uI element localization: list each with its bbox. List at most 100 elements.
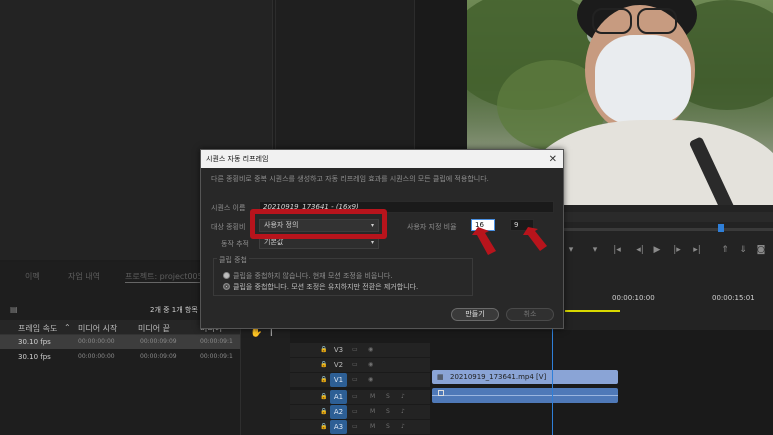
sync-icon[interactable]: ▭ [352, 361, 359, 368]
motion-tracking-value: 기본값 [264, 238, 284, 246]
track-header-v1: 🔒 V1 ▭ ◉ [290, 373, 430, 387]
audio-waveform [432, 395, 618, 396]
cell-fps: 30.10 fps [18, 353, 51, 361]
track-header-a3: 🔒 A3 ▭ M S ♪ [290, 420, 430, 434]
go-to-in-icon[interactable]: |◂ [612, 245, 622, 255]
mic-icon[interactable]: ♪ [401, 423, 408, 430]
mic-icon[interactable]: ♪ [401, 408, 408, 415]
col-media-end[interactable]: 미디어 끝 [138, 323, 170, 334]
item-count: 2개 중 1개 항목 [150, 306, 198, 314]
dialog-title-bar: 시퀀스 자동 리프레임 ✕ [201, 150, 563, 168]
go-to-out-icon[interactable]: ▸| [692, 245, 702, 255]
close-icon[interactable]: ✕ [549, 151, 557, 169]
track-header-v2: 🔒 V2 ▭ ◉ [290, 358, 430, 372]
export-frame-icon[interactable]: ◙ [756, 245, 766, 255]
dialog-description: 다른 종횡비로 중복 시퀀스를 생성하고 자동 리프레임 효과를 시퀀스의 모든… [211, 175, 489, 183]
clip-nesting-label: 클립 중첩 [217, 255, 249, 265]
tools-panel [240, 315, 290, 435]
lock-icon[interactable]: 🔒 [320, 393, 327, 400]
custom-ratio-label: 사용자 지정 비율 [407, 223, 457, 231]
mute-icon[interactable]: M [370, 393, 377, 400]
track-label[interactable]: V3 [330, 343, 347, 357]
step-back-icon[interactable]: ◂| [635, 245, 645, 255]
table-row[interactable]: 30.10 fps 00:00:00:00 00:00:09:09 00:00:… [0, 350, 240, 364]
tab-effects[interactable]: 이펙 [25, 271, 40, 282]
track-label[interactable]: A2 [330, 405, 347, 419]
playhead-marker[interactable] [718, 224, 724, 232]
cell-fps: 30.10 fps [18, 338, 51, 346]
mark-in-icon[interactable]: ▾ [566, 245, 576, 255]
cell-start: 00:00:00:00 [78, 338, 115, 345]
track-label[interactable]: A3 [330, 420, 347, 434]
cell-start: 00:00:00:00 [78, 353, 115, 360]
mute-icon[interactable]: M [370, 423, 377, 430]
folder-icon[interactable]: ▤ [10, 305, 18, 314]
cell-end: 00:00:09:09 [140, 353, 177, 360]
extract-icon[interactable]: ⇓ [738, 245, 748, 255]
clip-label: 20210919_173641.mp4 [V] [450, 373, 547, 381]
eye-icon[interactable]: ◉ [368, 361, 375, 368]
clip-fx-icon: ▦ [437, 373, 444, 381]
lift-icon[interactable]: ⇑ [720, 245, 730, 255]
sync-icon[interactable]: ▭ [352, 423, 359, 430]
solo-icon[interactable]: S [386, 393, 393, 400]
timeline-ruler [562, 212, 773, 222]
play-icon[interactable]: ▶ [652, 245, 662, 255]
motion-tracking-label: 동작 추적 [221, 240, 249, 248]
aspect-ratio-label: 대상 종횡비 [211, 223, 246, 231]
timecode-10: 00:00:10:00 [612, 294, 655, 302]
lock-icon[interactable]: 🔒 [320, 346, 327, 353]
monitor-scrubber[interactable] [562, 228, 773, 231]
cell-dur: 00:00:09:1 [200, 353, 233, 360]
track-header-a1: 🔒 A1 ▭ M S ♪ [290, 390, 430, 404]
face-mask [595, 35, 691, 125]
radio-no-nest[interactable] [223, 272, 230, 279]
option-nest-label[interactable]: 클립을 중첩합니다. 모션 조정은 유지하지만 전환은 제거합니다. [233, 282, 418, 292]
lock-icon[interactable]: 🔒 [320, 361, 327, 368]
lock-icon[interactable]: 🔒 [320, 376, 327, 383]
sync-icon[interactable]: ▭ [352, 408, 359, 415]
create-button[interactable]: 만들기 [451, 308, 499, 321]
solo-icon[interactable]: S [386, 423, 393, 430]
track-header-a2: 🔒 A2 ▭ M S ♪ [290, 405, 430, 419]
sync-icon[interactable]: ▭ [352, 376, 359, 383]
glasses [592, 8, 632, 34]
cancel-button[interactable]: 취소 [506, 308, 554, 321]
sort-icon[interactable]: ⌃ [64, 323, 71, 332]
col-media-start[interactable]: 미디어 시작 [78, 323, 117, 334]
clip-fx-icon [438, 390, 444, 396]
track-label[interactable]: V1 [330, 373, 347, 387]
timecode-15: 00:00:15:01 [712, 294, 755, 302]
lock-icon[interactable]: 🔒 [320, 423, 327, 430]
solo-icon[interactable]: S [386, 408, 393, 415]
cell-end: 00:00:09:09 [140, 338, 177, 345]
option-no-nest-label[interactable]: 클립을 중첩하지 않습니다. 현재 모션 조정을 비웁니다. [233, 271, 392, 281]
mark-out-icon[interactable]: ▾ [590, 245, 600, 255]
col-frame-rate[interactable]: 프레임 속도 [18, 323, 57, 334]
sequence-name-label: 시퀀스 이름 [211, 204, 246, 212]
track-label[interactable]: A1 [330, 390, 347, 404]
mute-icon[interactable]: M [370, 408, 377, 415]
track-label[interactable]: V2 [330, 358, 347, 372]
audio-clip[interactable] [432, 388, 618, 403]
cell-dur: 00:00:09:1 [200, 338, 233, 345]
step-forward-icon[interactable]: |▸ [672, 245, 682, 255]
track-header-v3: 🔒 V3 ▭ ◉ [290, 343, 430, 357]
auto-reframe-dialog: 시퀀스 자동 리프레임 ✕ 다른 종횡비로 중복 시퀀스를 생성하고 자동 리프… [200, 149, 564, 329]
tab-history[interactable]: 자업 내역 [68, 271, 100, 282]
tab-project[interactable]: 프로젝트: project005 [125, 271, 203, 282]
eye-icon[interactable]: ◉ [368, 376, 375, 383]
annotation-arrow-icon [523, 227, 547, 251]
table-row[interactable]: 30.10 fps 00:00:00:00 00:00:09:09 00:00:… [0, 335, 240, 349]
sync-icon[interactable]: ▭ [352, 346, 359, 353]
eye-icon[interactable]: ◉ [368, 346, 375, 353]
sync-icon[interactable]: ▭ [352, 393, 359, 400]
mic-icon[interactable]: ♪ [401, 393, 408, 400]
video-clip[interactable]: ▦ 20210919_173641.mp4 [V] [432, 370, 618, 384]
annotation-arrow-icon [472, 227, 496, 255]
radio-nest[interactable] [223, 283, 230, 290]
lock-icon[interactable]: 🔒 [320, 408, 327, 415]
glasses [637, 8, 677, 34]
work-area-bar[interactable] [565, 310, 620, 312]
highlight-box [250, 209, 387, 239]
